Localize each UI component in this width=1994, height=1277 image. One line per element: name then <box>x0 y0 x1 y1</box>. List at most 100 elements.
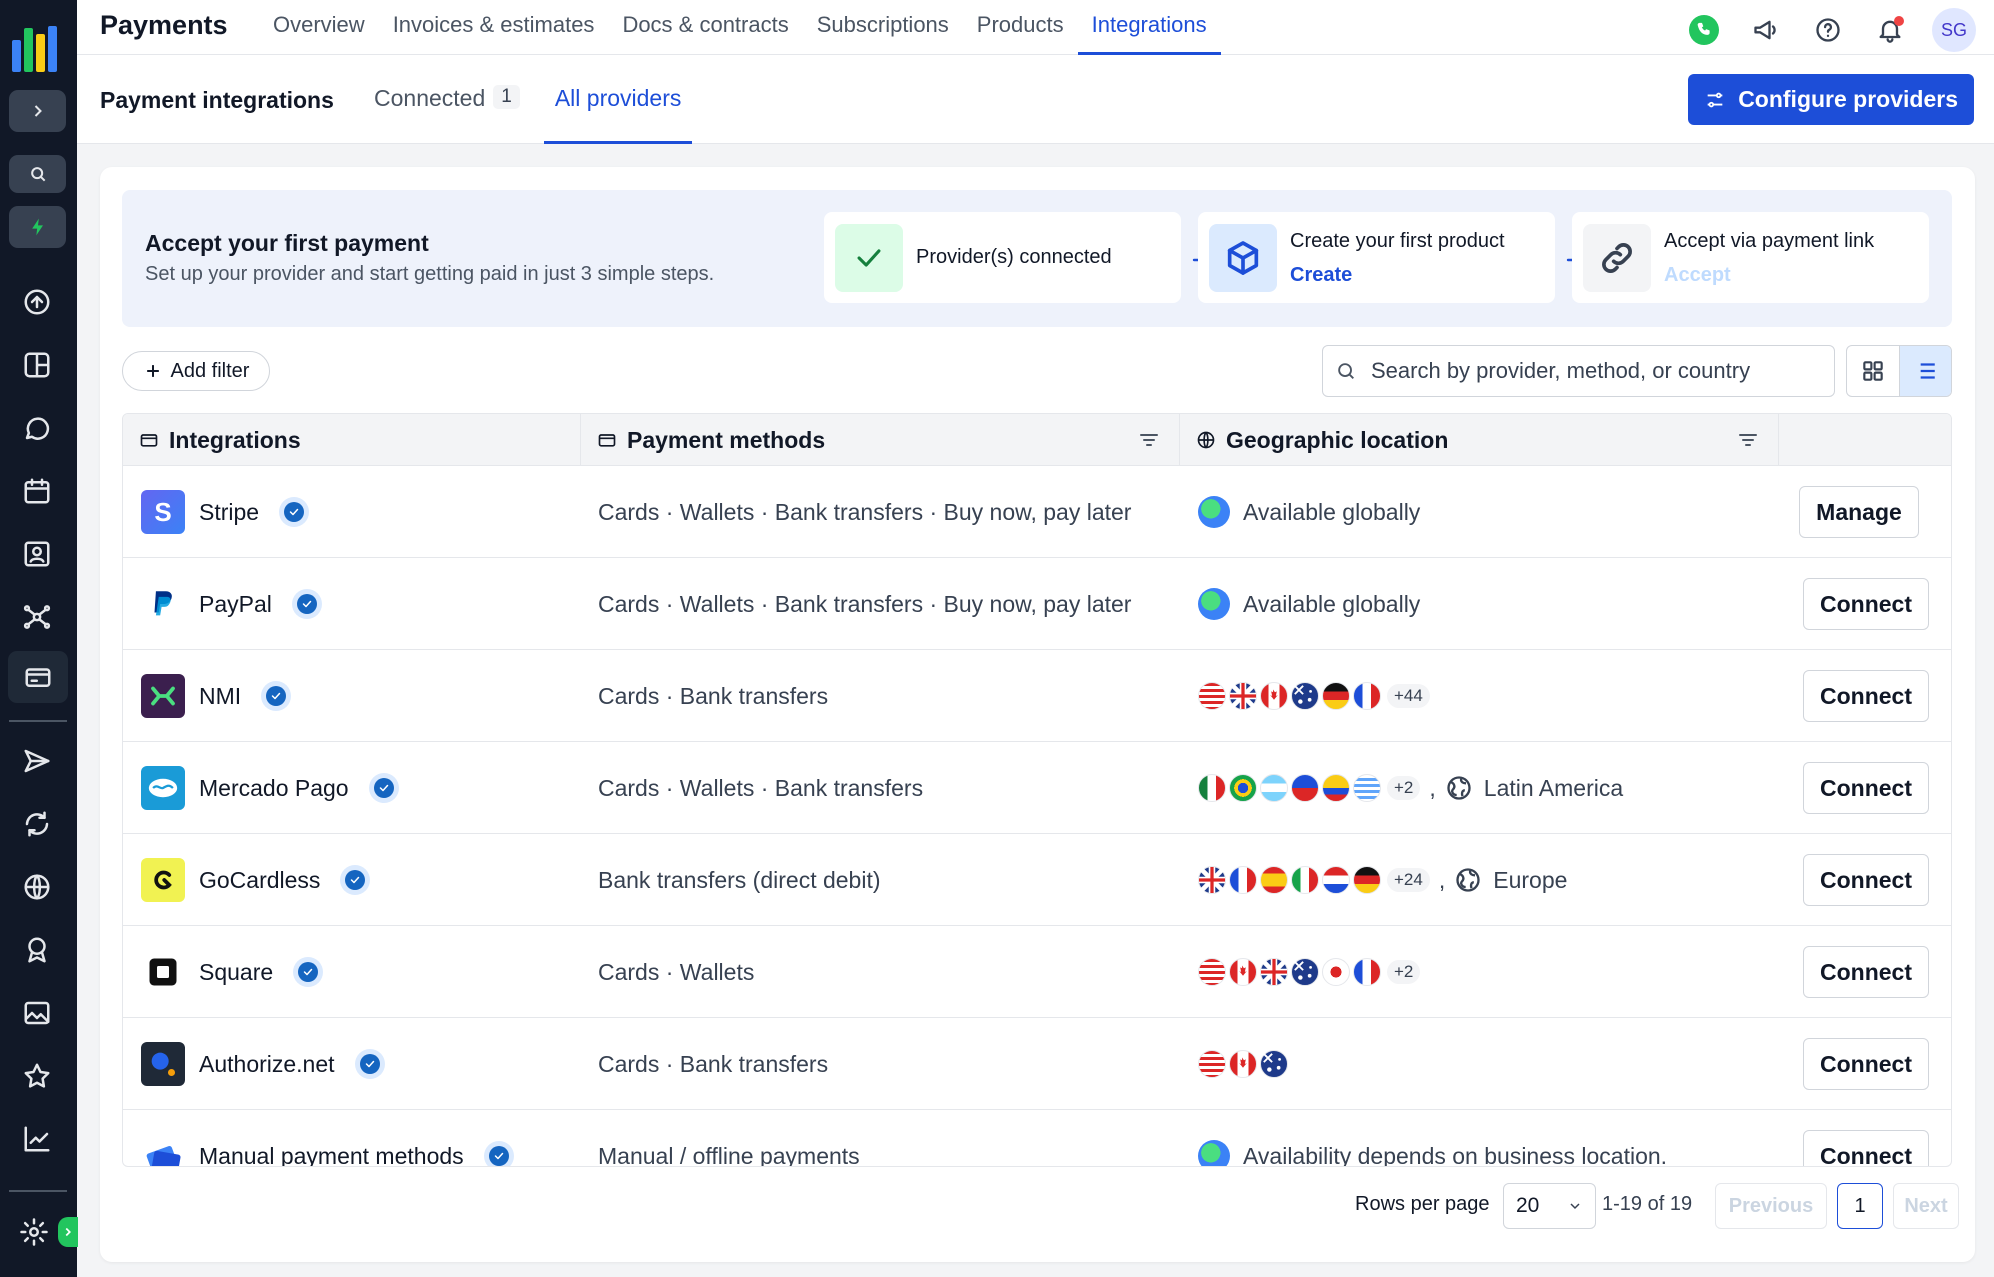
create-product-link[interactable]: Create <box>1290 264 1352 287</box>
manage-button[interactable]: Manage <box>1799 486 1919 538</box>
table-header: Integrations Payment methods Geographic … <box>123 414 1951 466</box>
more-countries-badge[interactable]: +44 <box>1387 684 1430 708</box>
flag-mexico-icon <box>1198 774 1226 802</box>
flag-france-icon <box>1229 866 1257 894</box>
provider-cell: Manual payment methods <box>141 1110 514 1166</box>
rail-payments[interactable] <box>8 651 68 703</box>
rail-memberships[interactable] <box>17 930 57 970</box>
expand-settings-tab[interactable] <box>58 1217 78 1247</box>
expand-sidebar-button[interactable] <box>9 90 66 132</box>
phone-button[interactable] <box>1684 10 1724 50</box>
stripe-logo-icon: S <box>141 490 185 534</box>
global-search-button[interactable] <box>9 155 66 193</box>
send-icon <box>24 749 50 773</box>
credit-card-icon <box>140 434 158 447</box>
rail-conversations[interactable] <box>17 408 57 448</box>
contact-icon <box>24 541 50 567</box>
connect-button[interactable]: Connect <box>1803 854 1929 906</box>
tab-count-badge: 1 <box>493 85 520 109</box>
nmi-logo-icon <box>141 674 185 718</box>
verified-badge-icon <box>354 1049 385 1079</box>
rail-calendar[interactable] <box>17 471 57 511</box>
rows-per-page-label: Rows per page <box>1355 1193 1490 1215</box>
badge-icon <box>28 937 46 963</box>
next-page-button[interactable]: Next <box>1893 1183 1959 1229</box>
search-input[interactable]: Search by provider, method, or country <box>1322 345 1835 397</box>
sub-tabs: Connected 1 All providers <box>363 55 693 144</box>
avatar[interactable]: SG <box>1932 8 1976 52</box>
filter-icon[interactable] <box>1137 428 1161 452</box>
connect-button[interactable]: Connect <box>1803 1130 1929 1166</box>
gear-icon <box>20 1218 48 1246</box>
more-countries-badge[interactable]: +2 <box>1387 776 1421 800</box>
nav-integrations[interactable]: Integrations <box>1077 0 1221 55</box>
globe-icon <box>1445 774 1473 802</box>
location-cell <box>1198 1018 1288 1110</box>
page-1-button[interactable]: 1 <box>1837 1183 1883 1229</box>
step-icon-box <box>835 224 903 292</box>
megaphone-icon <box>1754 20 1776 40</box>
lightning-icon <box>31 218 43 236</box>
nav-docs-contracts[interactable]: Docs & contracts <box>608 0 802 55</box>
tab-connected[interactable]: Connected 1 <box>363 55 531 144</box>
phone-icon <box>1689 15 1719 45</box>
rail-reputation[interactable] <box>17 1056 57 1096</box>
rail-workflows[interactable] <box>17 804 57 844</box>
connect-button[interactable]: Connect <box>1803 762 1929 814</box>
quick-actions-button[interactable] <box>9 206 66 248</box>
provider-cell: Authorize.net <box>141 1018 385 1110</box>
rail-launchpad[interactable] <box>17 282 57 322</box>
manual-payments-logo-icon <box>141 1134 185 1166</box>
filter-icon[interactable] <box>1736 428 1760 452</box>
rail-marketing[interactable] <box>17 741 57 781</box>
grid-view-button[interactable] <box>1847 346 1899 396</box>
region-separator: , <box>1429 774 1436 801</box>
list-view-button[interactable] <box>1898 346 1951 396</box>
table-row: NMI Cards · Bank transfers +44 Connect <box>123 650 1951 742</box>
rail-contacts[interactable] <box>17 534 57 574</box>
rail-reporting[interactable] <box>17 1119 57 1159</box>
connect-button[interactable]: Connect <box>1803 670 1929 722</box>
more-countries-badge[interactable]: +2 <box>1387 960 1421 984</box>
onboarding-banner: Accept your first payment Set up your pr… <box>122 190 1952 327</box>
rail-divider <box>9 1190 67 1192</box>
rows-per-page-select[interactable]: 20 <box>1503 1183 1596 1229</box>
verified-badge-icon <box>291 589 322 619</box>
rail-media[interactable] <box>17 993 57 1033</box>
announcements-button[interactable] <box>1746 10 1786 50</box>
banner-title: Accept your first payment <box>145 230 429 256</box>
configure-providers-button[interactable]: Configure providers <box>1688 74 1974 125</box>
flag-australia-icon <box>1291 958 1319 986</box>
notifications-button[interactable] <box>1870 10 1910 50</box>
connect-button[interactable]: Connect <box>1803 946 1929 998</box>
table-row: PayPal Cards · Wallets · Bank transfers … <box>123 558 1951 650</box>
rail-sites[interactable] <box>17 867 57 907</box>
chart-line-icon <box>24 1126 50 1152</box>
banner-subtitle: Set up your provider and start getting p… <box>145 263 715 285</box>
previous-page-button[interactable]: Previous <box>1715 1183 1827 1229</box>
sliders-icon <box>1707 92 1723 107</box>
flag-france-icon <box>1353 682 1381 710</box>
arrow-up-circle-icon <box>24 289 50 315</box>
help-button[interactable] <box>1808 10 1848 50</box>
rail-automation[interactable] <box>17 597 57 637</box>
nav-invoices[interactable]: Invoices & estimates <box>379 0 609 55</box>
payment-methods-cell: Cards · Wallets · Bank transfers · Buy n… <box>598 498 1132 525</box>
nav-overview[interactable]: Overview <box>259 0 379 55</box>
search-placeholder: Search by provider, method, or country <box>1371 358 1751 383</box>
connect-button[interactable]: Connect <box>1803 1038 1929 1090</box>
tab-all-providers[interactable]: All providers <box>543 55 693 144</box>
region-separator: , <box>1438 866 1446 893</box>
notification-dot <box>1894 16 1904 26</box>
more-countries-badge[interactable]: +24 <box>1387 868 1430 892</box>
connect-button[interactable]: Connect <box>1803 578 1929 630</box>
nav-products[interactable]: Products <box>963 0 1078 55</box>
nav-subscriptions[interactable]: Subscriptions <box>803 0 963 55</box>
step-title: Accept via payment link <box>1664 230 1875 252</box>
column-payment-methods: Payment methods <box>581 414 1180 466</box>
rail-dashboard[interactable] <box>17 345 57 385</box>
add-filter-button[interactable]: Add filter <box>122 351 270 391</box>
flag-uk-icon <box>1197 865 1227 895</box>
verified-badge-icon <box>340 865 371 895</box>
rail-settings[interactable] <box>14 1212 54 1252</box>
